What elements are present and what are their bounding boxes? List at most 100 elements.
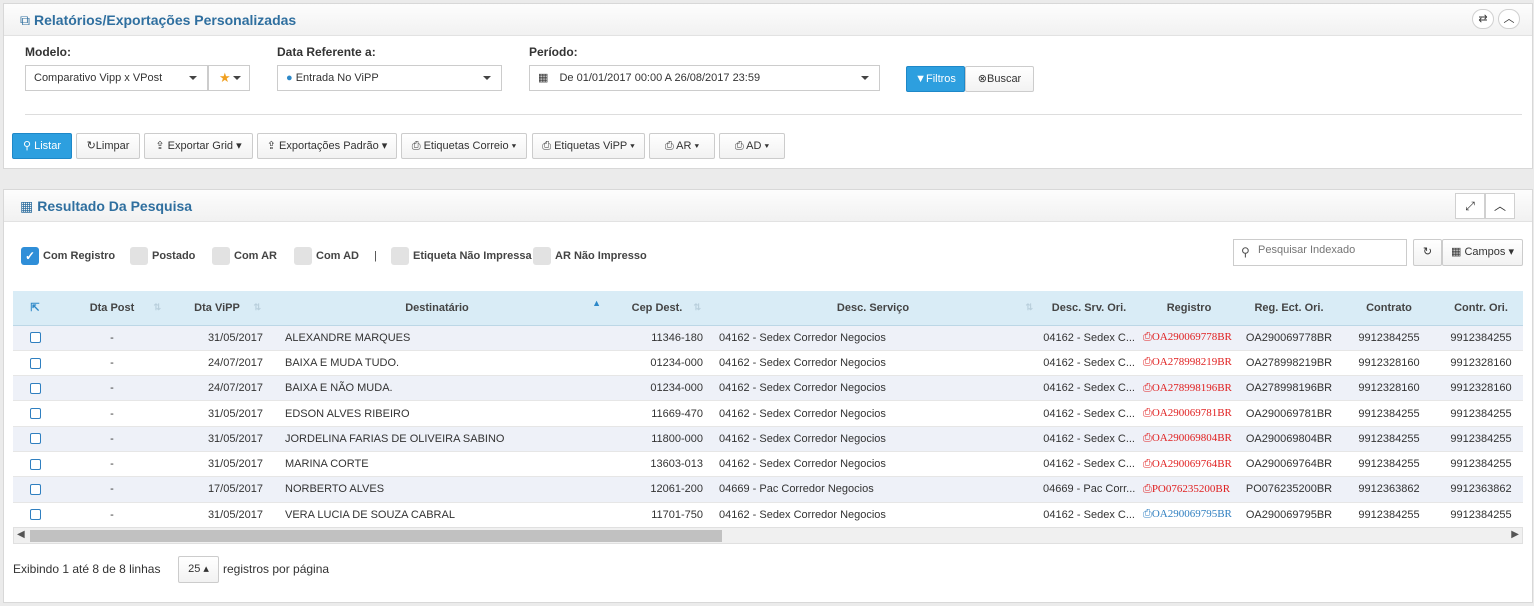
expand-icon[interactable]: ⤢ — [1455, 193, 1485, 219]
row-checkbox[interactable] — [29, 332, 41, 344]
registro-link[interactable]: ⎙OA278998219BR — [1143, 356, 1232, 368]
cell-contrato: 9912328160 — [1339, 375, 1439, 402]
row-checkbox[interactable] — [29, 433, 41, 445]
cell-dta-post: - — [57, 350, 167, 377]
table-row[interactable]: -31/05/2017 JORDELINA FARIAS DE OLIVEIRA … — [13, 426, 1523, 452]
sort-asc-icon: ▲ — [592, 298, 601, 308]
col-reg-ect-ori[interactable]: Reg. Ect. Ori. — [1239, 291, 1339, 326]
cell-desc-srv-ori: 04162 - Sedex C... — [1039, 502, 1139, 528]
modelo-select[interactable]: Comparativo Vipp x VPost — [25, 65, 208, 91]
row-checkbox[interactable] — [29, 458, 41, 470]
ar-button[interactable]: ⎙ AR ▾ — [649, 133, 715, 159]
listar-button[interactable]: ⚲ Listar — [12, 133, 72, 159]
filter-ar-nao-impresso[interactable]: AR Não Impresso — [533, 247, 647, 266]
refresh-icon: ↻ — [1422, 246, 1433, 258]
registro-link[interactable]: ⎙OA290069804BR — [1143, 432, 1232, 444]
row-checkbox[interactable] — [29, 509, 41, 521]
cell-cep-dest: 11669-470 — [607, 400, 707, 427]
search-input[interactable] — [1256, 243, 1401, 257]
cell-reg-ect-ori: OA290069781BR — [1239, 400, 1339, 427]
col-destinatario[interactable]: Destinatário ▲ — [267, 291, 607, 326]
etiquetas-correio-button[interactable]: ⎙ Etiquetas Correio ▾ — [401, 133, 527, 159]
exportar-grid-button[interactable]: ⇪ Exportar Grid ▾ — [144, 133, 253, 159]
registro-link[interactable]: ⎙OA290069795BR — [1143, 508, 1232, 520]
registro-link[interactable]: ⎙OA290069781BR — [1143, 407, 1232, 419]
cell-desc-srv-ori: 04162 - Sedex C... — [1039, 400, 1139, 427]
cell-desc-srv-ori: 04162 - Sedex C... — [1039, 325, 1139, 351]
cell-reg-ect-ori: OA290069795BR — [1239, 502, 1339, 528]
cell-destinatario: NORBERTO ALVES — [267, 476, 607, 503]
scroll-left-icon[interactable]: ◀ — [17, 529, 25, 540]
page-size-select[interactable]: 25 ▴ — [178, 556, 219, 583]
table-row[interactable]: -31/05/2017 MARINA CORTE 13603-013 04162 - … — [13, 451, 1523, 478]
limpar-button[interactable]: ↻Limpar — [76, 133, 140, 159]
shuffle-icon[interactable]: ⇄ — [1472, 9, 1494, 29]
cell-contrato: 9912384255 — [1339, 325, 1439, 351]
ad-button[interactable]: ⎙ AD ▾ — [719, 133, 785, 159]
chevron-down-icon — [861, 76, 869, 80]
filter-postado[interactable]: Postado — [130, 247, 195, 266]
table-row[interactable]: -31/05/2017 ALEXANDRE MARQUES 11346-180 041… — [13, 325, 1523, 351]
registro-link[interactable]: ⎙OA290069764BR — [1143, 458, 1232, 470]
filter-com-ar[interactable]: Com AR — [212, 247, 277, 266]
scroll-right-icon[interactable]: ▶ — [1511, 529, 1519, 540]
collapse-button[interactable]: ︿ — [1485, 193, 1515, 219]
filter-etiqueta-nao-impressa[interactable]: Etiqueta Não Impressa — [391, 247, 532, 266]
cell-registro[interactable]: ⎙OA290069804BR — [1139, 426, 1239, 452]
col-contr-ori[interactable]: Contr. Ori. — [1439, 291, 1523, 326]
table-row[interactable]: -24/07/2017 BAIXA E MUDA TUDO. 01234-000 04… — [13, 350, 1523, 377]
share-icon: ⇱ — [30, 302, 40, 315]
favorite-dropdown[interactable]: ★ — [208, 65, 250, 91]
data-ref-select[interactable]: ● Entrada No ViPP — [277, 65, 502, 91]
cell-registro[interactable]: ⎙OA290069764BR — [1139, 451, 1239, 478]
exportacoes-padrao-button[interactable]: ⇪ Exportações Padrão ▾ — [257, 133, 397, 159]
col-dta-vipp[interactable]: Dta ViPP ⇅ — [167, 291, 267, 326]
col-desc-servico[interactable]: Desc. Serviço ⇅ — [707, 291, 1039, 326]
campos-button[interactable]: ▦ Campos ▾ — [1442, 239, 1523, 266]
cell-dta-vipp: 31/05/2017 — [167, 400, 267, 427]
row-select-cell — [13, 502, 57, 528]
printer-icon: ⎙ — [1143, 407, 1152, 420]
filtros-button[interactable]: ▼Filtros — [906, 66, 965, 92]
table-row[interactable]: -17/05/2017 NORBERTO ALVES 12061-200 04669 … — [13, 476, 1523, 503]
select-all-header[interactable]: ⇱ — [13, 291, 57, 326]
search-box[interactable]: ⚲ — [1233, 239, 1407, 266]
table-row[interactable]: -31/05/2017 VERA LUCIA DE SOUZA CABRAL 117… — [13, 502, 1523, 528]
registro-link[interactable]: ⎙OA290069778BR — [1143, 331, 1232, 343]
horizontal-scrollbar[interactable]: ◀ ▶ — [13, 527, 1523, 544]
buscar-button[interactable]: ⊗Buscar — [965, 66, 1034, 92]
cell-destinatario: EDSON ALVES RIBEIRO — [267, 400, 607, 427]
table-row[interactable]: -31/05/2017 EDSON ALVES RIBEIRO 11669-470 0… — [13, 400, 1523, 427]
checkbox — [130, 247, 148, 266]
registro-link[interactable]: ⎙PO076235200BR — [1143, 483, 1230, 495]
cell-registro[interactable]: ⎙OA290069781BR — [1139, 400, 1239, 427]
table-row[interactable]: -24/07/2017 BAIXA E NÃO MUDA. 01234-000 041… — [13, 375, 1523, 402]
col-contrato[interactable]: Contrato — [1339, 291, 1439, 326]
cell-dta-vipp: 24/07/2017 — [167, 350, 267, 377]
cell-registro[interactable]: ⎙OA278998196BR — [1139, 375, 1239, 402]
cell-registro[interactable]: ⎙OA278998219BR — [1139, 350, 1239, 377]
filter-com-ad[interactable]: Com AD — [294, 247, 359, 266]
search-icon: ⚲ — [22, 140, 32, 152]
cell-registro[interactable]: ⎙OA290069795BR — [1139, 502, 1239, 528]
cell-registro[interactable]: ⎙OA290069778BR — [1139, 325, 1239, 351]
col-registro[interactable]: Registro — [1139, 291, 1239, 326]
row-checkbox[interactable] — [29, 408, 41, 420]
row-checkbox[interactable] — [29, 382, 41, 394]
collapse-button[interactable]: ︿ — [1498, 9, 1520, 29]
refresh-button[interactable]: ↻ — [1413, 239, 1442, 266]
cell-dta-post: - — [57, 426, 167, 452]
etiquetas-vipp-button[interactable]: ⎙ Etiquetas ViPP ▾ — [532, 133, 645, 159]
cell-cep-dest: 01234-000 — [607, 350, 707, 377]
col-desc-srv-ori[interactable]: Desc. Srv. Ori. — [1039, 291, 1139, 326]
cell-dta-vipp: 24/07/2017 — [167, 375, 267, 402]
col-cep-dest[interactable]: Cep Dest. ⇅ — [607, 291, 707, 326]
registro-link[interactable]: ⎙OA278998196BR — [1143, 382, 1232, 394]
scroll-thumb[interactable] — [30, 530, 722, 542]
row-checkbox[interactable] — [29, 357, 41, 369]
filter-com-registro[interactable]: ✓ Com Registro — [21, 247, 115, 266]
periodo-select[interactable]: ▦ De 01/01/2017 00:00 A 26/08/2017 23:59 — [529, 65, 880, 91]
row-checkbox[interactable] — [29, 484, 41, 496]
cell-registro[interactable]: ⎙PO076235200BR — [1139, 476, 1239, 503]
col-dta-post[interactable]: Dta Post ⇅ — [57, 291, 167, 326]
